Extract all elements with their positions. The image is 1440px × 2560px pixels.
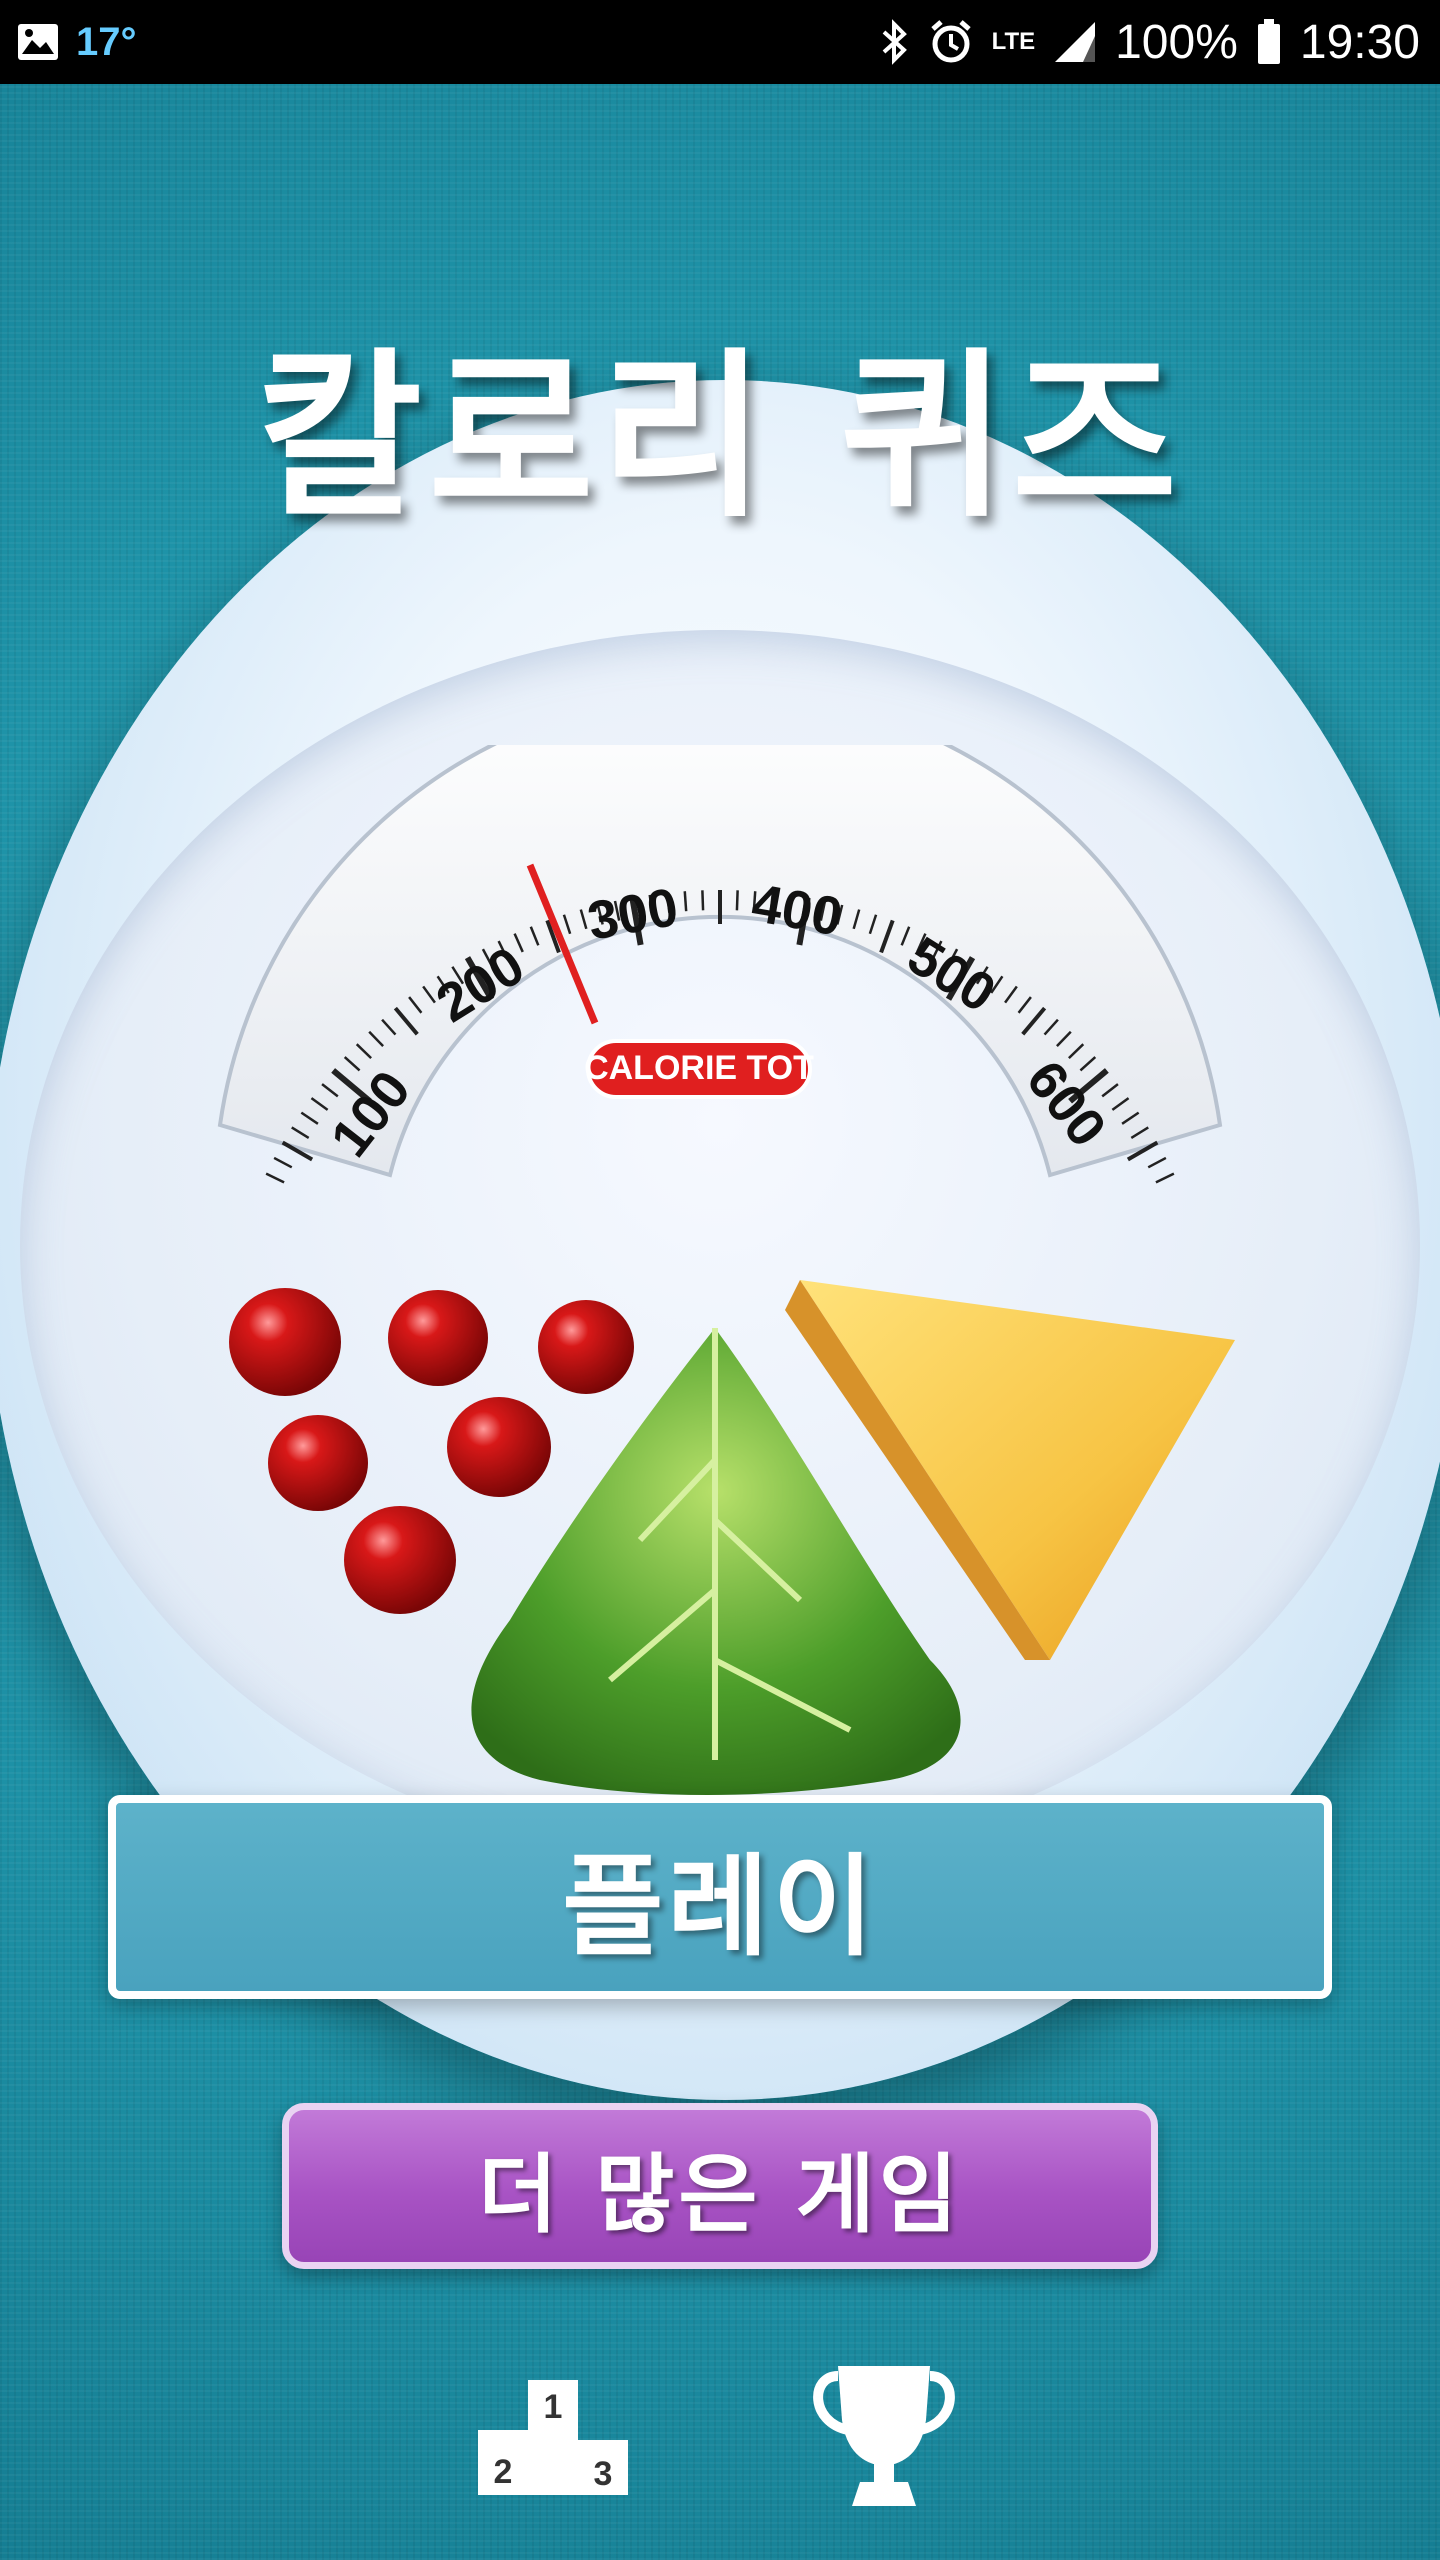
clock-time: 19:30 (1299, 15, 1420, 69)
gauge-tick (701, 890, 705, 911)
more-games-button-label: 더 많은 게임 (478, 2144, 962, 2245)
app-title: 칼로리 퀴즈 (256, 333, 1184, 542)
bluetooth-icon (882, 19, 907, 65)
gauge-tick (265, 1172, 285, 1184)
more-games-button[interactable]: 더 많은 게임 (282, 2103, 1158, 2269)
battery-icon (1257, 19, 1280, 64)
signal-icon (1055, 22, 1096, 62)
battery-percent: 100% (1115, 15, 1238, 69)
gauge-tick (1155, 1172, 1175, 1184)
status-bar: 17° LTE 100% 19:30 (0, 0, 1440, 84)
calorie-gauge: CALORIE TOT 100 200 300 400 500 600 (217, 745, 1223, 1184)
podium-number: 1 (544, 2388, 563, 2426)
trophy-icon[interactable] (810, 2360, 958, 2510)
gauge-tick (735, 890, 739, 911)
leaderboard-podium-icon[interactable]: 1 2 3 (478, 2380, 628, 2495)
gauge-tick (683, 891, 688, 912)
gauge-label: CALORIE TOT (584, 1049, 814, 1087)
network-type-label: LTE (991, 28, 1036, 55)
play-button[interactable]: 플레이 (108, 1795, 1332, 1999)
gauge-tick (273, 1156, 293, 1169)
food-illustration (229, 1280, 1235, 1795)
gauge-tick (1147, 1156, 1167, 1169)
temperature-text: 17° (76, 19, 137, 64)
podium-number: 2 (494, 2453, 513, 2491)
alarm-icon (930, 20, 971, 63)
play-button-label: 플레이 (562, 1843, 878, 1971)
podium-number: 3 (594, 2455, 613, 2493)
image-icon (18, 24, 58, 60)
